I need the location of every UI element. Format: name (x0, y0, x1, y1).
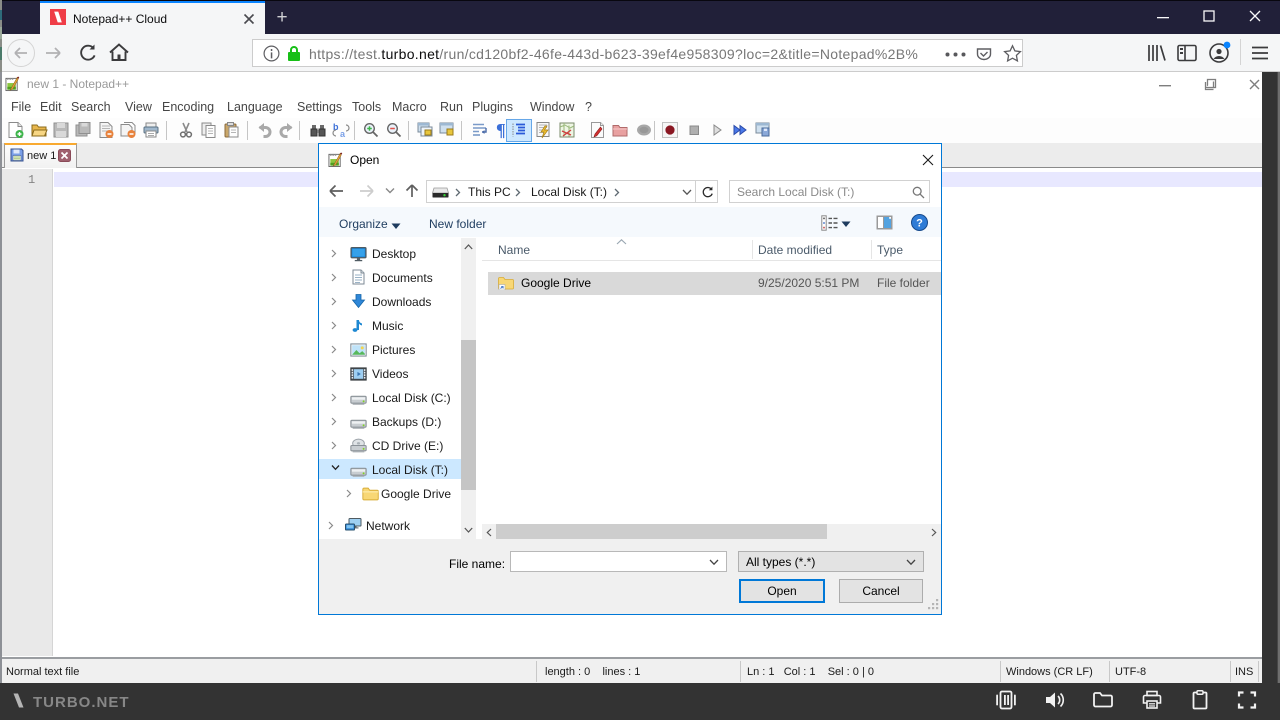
svg-text:¶: ¶ (496, 120, 506, 140)
svg-text:a: a (340, 129, 346, 139)
svg-text:?: ? (916, 217, 923, 229)
